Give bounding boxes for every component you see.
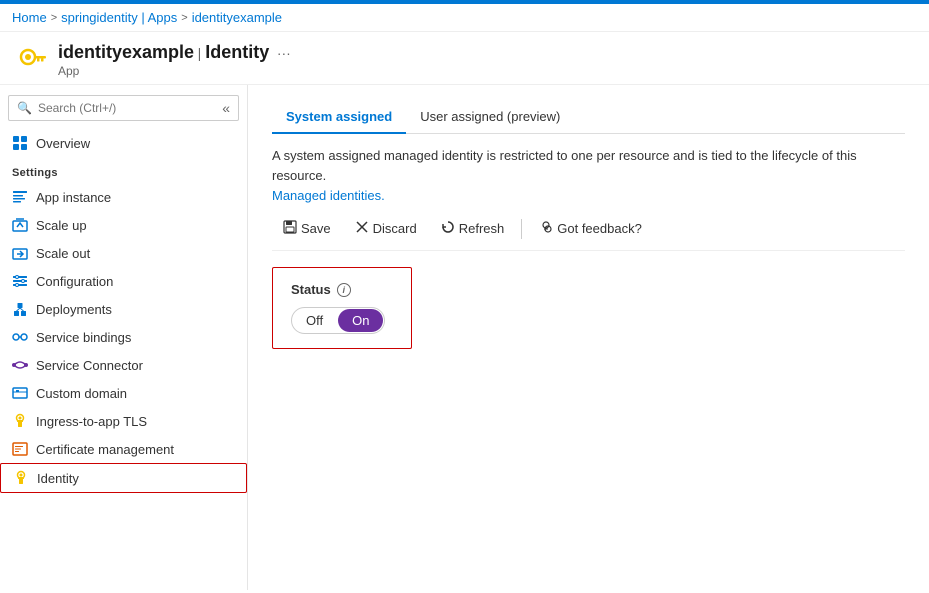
toolbar-separator	[521, 219, 522, 239]
service-bindings-icon	[12, 329, 28, 345]
status-info-icon[interactable]: i	[337, 283, 351, 297]
discard-icon	[355, 220, 369, 237]
toolbar: Save Discard Refresh	[272, 215, 905, 251]
save-icon	[283, 220, 297, 237]
sidebar-item-service-connector[interactable]: Service Connector	[0, 351, 247, 379]
breadcrumb-current: identityexample	[192, 10, 282, 25]
description-text: A system assigned managed identity is re…	[272, 146, 905, 205]
header-ellipsis[interactable]: ···	[277, 45, 291, 61]
configuration-icon	[12, 273, 28, 289]
scale-out-icon	[12, 245, 28, 261]
save-button[interactable]: Save	[272, 215, 342, 242]
sidebar-item-app-instance[interactable]: App instance	[0, 183, 247, 211]
sidebar-item-identity[interactable]: Identity	[0, 463, 247, 493]
discard-label: Discard	[373, 221, 417, 236]
breadcrumb-sep-2: >	[181, 12, 187, 24]
tab-user-assigned[interactable]: User assigned (preview)	[406, 101, 574, 134]
refresh-button[interactable]: Refresh	[430, 215, 516, 242]
status-label: Status i	[291, 282, 393, 297]
sidebar-item-scale-out[interactable]: Scale out	[0, 239, 247, 267]
status-box: Status i Off On	[272, 267, 412, 349]
sidebar-item-service-bindings-label: Service bindings	[36, 330, 131, 345]
breadcrumb-home[interactable]: Home	[12, 10, 47, 25]
sidebar-item-app-instance-label: App instance	[36, 190, 111, 205]
sidebar-item-scale-out-label: Scale out	[36, 246, 90, 261]
content-area: System assigned User assigned (preview) …	[248, 85, 929, 590]
refresh-icon	[441, 220, 455, 237]
sidebar-item-identity-label: Identity	[37, 471, 79, 486]
collapse-button[interactable]: «	[222, 100, 230, 116]
sidebar-item-overview-label: Overview	[36, 136, 90, 151]
refresh-label: Refresh	[459, 221, 505, 236]
toggle-group: Off On	[291, 307, 385, 334]
sidebar-item-deployments[interactable]: Deployments	[0, 295, 247, 323]
save-label: Save	[301, 221, 331, 236]
feedback-button[interactable]: Got feedback?	[528, 215, 653, 242]
breadcrumb-sep-1: >	[51, 12, 57, 24]
sidebar: 🔍 « Overview Settings	[0, 85, 248, 590]
ingress-tls-icon	[12, 413, 28, 429]
overview-icon	[12, 135, 28, 151]
search-box[interactable]: 🔍 «	[8, 95, 239, 121]
managed-identities-link[interactable]: Managed identities.	[272, 188, 385, 203]
search-icon: 🔍	[17, 101, 32, 115]
page-header-icon	[16, 44, 48, 76]
page-name: Identity	[205, 42, 269, 62]
toggle-on[interactable]: On	[338, 309, 383, 332]
sidebar-item-configuration-label: Configuration	[36, 274, 113, 289]
tab-system-assigned[interactable]: System assigned	[272, 101, 406, 134]
cert-mgmt-icon	[12, 441, 28, 457]
sidebar-item-custom-domain-label: Custom domain	[36, 386, 127, 401]
sidebar-item-ingress-tls-label: Ingress-to-app TLS	[36, 414, 147, 429]
sidebar-item-custom-domain[interactable]: Custom domain	[0, 379, 247, 407]
page-header-text: identityexample | Identity ··· App	[58, 42, 291, 78]
service-connector-icon	[12, 357, 28, 373]
breadcrumb-apps[interactable]: springidentity | Apps	[61, 10, 177, 25]
sidebar-item-ingress-tls[interactable]: Ingress-to-app TLS	[0, 407, 247, 435]
feedback-label: Got feedback?	[557, 221, 642, 236]
discard-button[interactable]: Discard	[344, 215, 428, 242]
sidebar-item-service-bindings[interactable]: Service bindings	[0, 323, 247, 351]
scale-up-icon	[12, 217, 28, 233]
custom-domain-icon	[12, 385, 28, 401]
main-layout: 🔍 « Overview Settings	[0, 85, 929, 590]
toggle-off[interactable]: Off	[292, 309, 337, 332]
identity-icon	[13, 470, 29, 486]
deployments-icon	[12, 301, 28, 317]
page-header: identityexample | Identity ··· App	[0, 32, 929, 85]
search-input[interactable]	[38, 101, 216, 115]
sidebar-item-scale-up-label: Scale up	[36, 218, 87, 233]
sidebar-section-settings: Settings	[0, 157, 247, 183]
sidebar-item-scale-up[interactable]: Scale up	[0, 211, 247, 239]
tab-bar: System assigned User assigned (preview)	[272, 101, 905, 134]
sidebar-item-cert-mgmt[interactable]: Certificate management	[0, 435, 247, 463]
resource-type: App	[58, 64, 291, 78]
app-instance-icon	[12, 189, 28, 205]
sidebar-item-overview[interactable]: Overview	[0, 129, 247, 157]
sidebar-item-service-connector-label: Service Connector	[36, 358, 143, 373]
sidebar-item-cert-mgmt-label: Certificate management	[36, 442, 174, 457]
sidebar-item-configuration[interactable]: Configuration	[0, 267, 247, 295]
resource-name: identityexample	[58, 42, 194, 62]
feedback-icon	[539, 220, 553, 237]
sidebar-item-deployments-label: Deployments	[36, 302, 112, 317]
breadcrumb: Home > springidentity | Apps > identitye…	[0, 4, 929, 32]
